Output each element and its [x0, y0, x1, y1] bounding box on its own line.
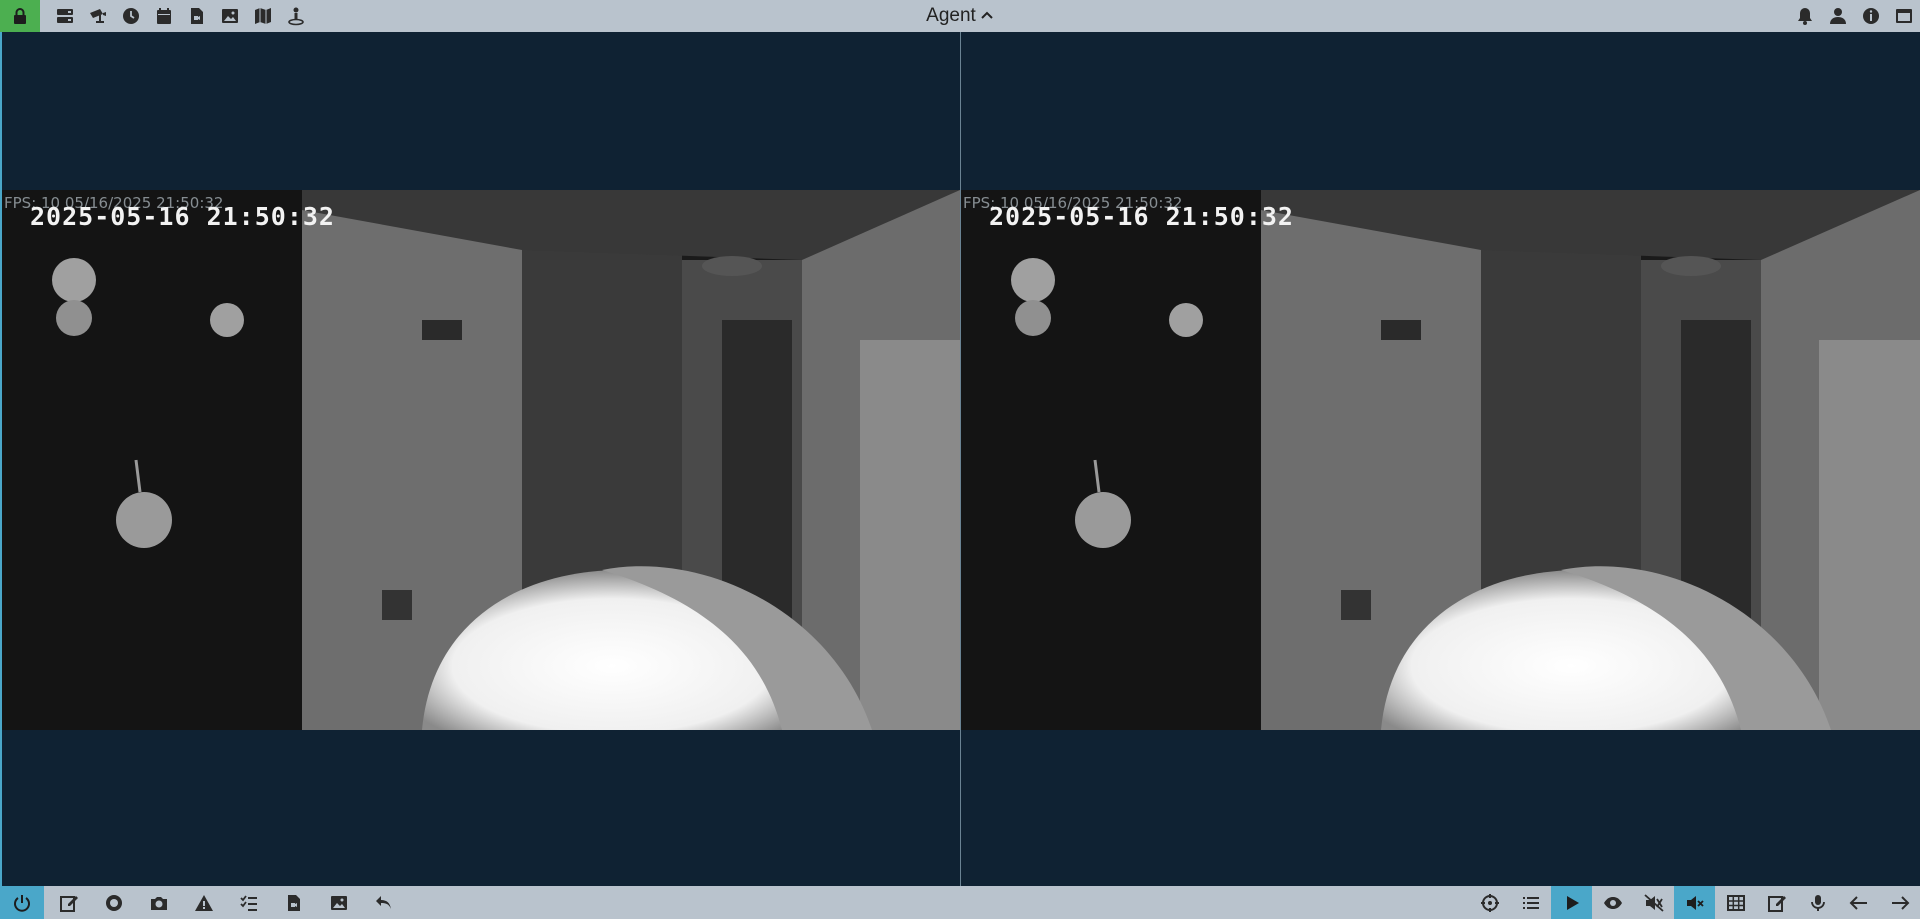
arrow-right-icon	[1891, 895, 1909, 910]
file-video-icon	[287, 894, 300, 911]
lock-icon	[14, 8, 26, 24]
user-pin-icon	[287, 7, 304, 26]
map-icon	[254, 8, 271, 24]
file-video-icon	[190, 8, 203, 24]
power-icon	[14, 894, 30, 912]
grid-button[interactable]	[1715, 886, 1756, 919]
camera-timestamp: 2025-05-16 21:50:32	[989, 202, 1294, 231]
list-button[interactable]	[1510, 886, 1551, 919]
mute-icon	[1643, 893, 1664, 912]
grid-icon	[1726, 894, 1745, 911]
info-button[interactable]	[1854, 0, 1887, 32]
user-icon	[1829, 8, 1846, 24]
camera-feed-image	[961, 190, 1920, 730]
previous-button[interactable]	[1838, 886, 1879, 919]
edit-icon	[1767, 895, 1786, 912]
play-button[interactable]	[1551, 886, 1592, 919]
history-button[interactable]	[114, 0, 147, 32]
account-button[interactable]	[1821, 0, 1854, 32]
edit-layout-button[interactable]	[1756, 886, 1797, 919]
camera-feed-image	[2, 190, 960, 730]
edit-icon	[59, 895, 78, 912]
speaker-mute-icon	[1686, 895, 1704, 910]
images-button[interactable]	[316, 886, 361, 919]
window-button[interactable]	[1887, 0, 1920, 32]
alert-button[interactable]	[181, 886, 226, 919]
mute-button[interactable]	[1633, 886, 1674, 919]
camera-grid: FPS: 10 05/16/2025 21:50:32 2025-05-16 2…	[0, 32, 1920, 886]
servers-button[interactable]	[48, 0, 81, 32]
agent-title: Agent	[926, 5, 976, 26]
crosshair-icon	[1480, 893, 1499, 912]
recordings-button[interactable]	[180, 0, 213, 32]
bell-icon	[1797, 8, 1812, 25]
undo-icon	[375, 895, 391, 909]
arrow-left-icon	[1849, 895, 1867, 910]
mic-icon	[1810, 894, 1825, 911]
edit-button[interactable]	[46, 886, 91, 919]
alert-icon	[194, 894, 213, 911]
checklist-button[interactable]	[226, 886, 271, 919]
camera-icon	[89, 9, 106, 23]
camera-feed-2[interactable]: FPS: 10 05/16/2025 21:50:32 2025-05-16 2…	[961, 190, 1920, 730]
snapshot-button[interactable]	[136, 886, 181, 919]
calendar-button[interactable]	[147, 0, 180, 32]
record-icon	[105, 894, 122, 911]
power-button[interactable]	[0, 886, 44, 919]
camera-tile-2[interactable]: FPS: 10 05/16/2025 21:50:32 2025-05-16 2…	[961, 32, 1920, 886]
top-toolbar: Agent	[0, 0, 1920, 32]
image-icon	[330, 895, 347, 910]
lock-button[interactable]	[0, 0, 40, 32]
speaker-mute-button[interactable]	[1674, 886, 1715, 919]
server-icon	[56, 9, 73, 23]
view-button[interactable]	[1592, 886, 1633, 919]
chevron-up-icon	[981, 11, 993, 19]
play-icon	[1566, 895, 1579, 910]
next-button[interactable]	[1879, 886, 1920, 919]
cameras-button[interactable]	[81, 0, 114, 32]
image-icon	[221, 9, 238, 23]
camera-feed-1[interactable]: FPS: 10 05/16/2025 21:50:32 2025-05-16 2…	[2, 190, 960, 730]
checklist-icon	[239, 894, 257, 911]
camera-tile-1[interactable]: FPS: 10 05/16/2025 21:50:32 2025-05-16 2…	[0, 32, 960, 886]
agent-menu[interactable]: Agent	[926, 5, 994, 27]
notifications-button[interactable]	[1788, 0, 1821, 32]
bottom-toolbar	[0, 886, 1920, 919]
eye-icon	[1603, 896, 1622, 909]
map-button[interactable]	[246, 0, 279, 32]
recordings-button[interactable]	[271, 886, 316, 919]
user-location-button[interactable]	[279, 0, 312, 32]
camera-timestamp: 2025-05-16 21:50:32	[30, 202, 335, 231]
record-button[interactable]	[91, 886, 136, 919]
microphone-button[interactable]	[1797, 886, 1838, 919]
images-button[interactable]	[213, 0, 246, 32]
info-icon	[1862, 8, 1879, 24]
ptz-button[interactable]	[1469, 886, 1510, 919]
snapshot-icon	[150, 896, 167, 910]
list-icon	[1522, 896, 1539, 909]
undo-button[interactable]	[361, 886, 406, 919]
window-icon	[1895, 9, 1912, 23]
calendar-icon	[156, 8, 171, 24]
clock-icon	[122, 8, 139, 24]
